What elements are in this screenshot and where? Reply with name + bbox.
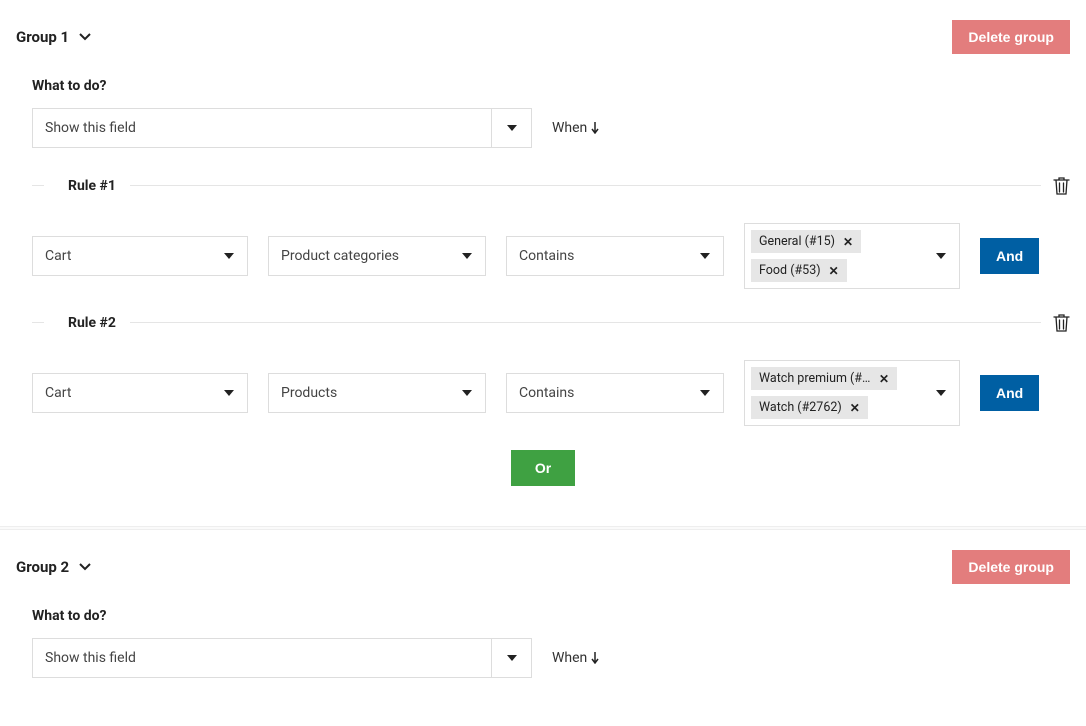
tag: General (#15) ✕ [751,230,861,253]
tags-container: Watch premium (#... ✕ Watch (#2762) ✕ [745,361,923,425]
chevron-down-icon [79,33,91,41]
operator-select[interactable]: Contains [506,373,724,413]
and-button[interactable]: And [980,375,1039,411]
field-value: Products [269,385,349,401]
action-select-value: Show this field [33,650,148,666]
remove-tag-button[interactable]: ✕ [843,235,853,249]
caret-down-icon [687,390,723,396]
group-title: Group 2 [16,558,69,576]
when-label: When [552,650,599,666]
rule-line [32,322,44,323]
rule-line [130,322,1041,323]
group-header: Group 1 Delete group [16,20,1070,54]
rule-header: Rule #1 [32,176,1070,195]
or-row: Or [16,450,1070,486]
tags-container: General (#15) ✕ Food (#53) ✕ [745,224,923,288]
caret-down-icon [491,639,531,677]
delete-group-button[interactable]: Delete group [952,20,1070,54]
action-row: Show this field When [32,638,1070,678]
action-select-value: Show this field [33,120,148,136]
when-label: When [552,120,599,136]
field-select[interactable]: Product categories [268,236,486,276]
rule-row: Cart Products Contains [32,360,1070,426]
rule-row: Cart Product categories Contains [32,223,1070,289]
arrow-down-icon [591,652,599,664]
rule-line [130,185,1041,186]
action-row: Show this field When [32,108,1070,148]
field-value: Product categories [269,248,411,264]
remove-tag-button[interactable]: ✕ [829,264,839,278]
caret-down-icon [687,253,723,259]
delete-rule-button[interactable] [1041,176,1070,195]
rule-title: Rule #2 [44,315,130,331]
rule-line [32,185,44,186]
action-select[interactable]: Show this field [32,638,532,678]
field-select[interactable]: Products [268,373,486,413]
operator-value: Contains [507,385,586,401]
caret-down-icon [449,390,485,396]
caret-down-icon [449,253,485,259]
tag: Watch (#2762) ✕ [751,396,868,419]
rule-group-2: Group 2 Delete group What to do? Show th… [0,530,1086,726]
delete-group-button[interactable]: Delete group [952,550,1070,584]
rule-2: Rule #2 Cart Products C [32,313,1070,426]
remove-tag-button[interactable]: ✕ [850,401,860,415]
caret-down-icon [923,224,959,288]
value-select[interactable]: Watch premium (#... ✕ Watch (#2762) ✕ [744,360,960,426]
caret-down-icon [211,390,247,396]
group-toggle[interactable]: Group 2 [16,558,91,576]
tag: Food (#53) ✕ [751,259,847,282]
trash-icon [1053,313,1070,332]
tag: Watch premium (#... ✕ [751,367,897,390]
arrow-down-icon [591,122,599,134]
rule-group-1: Group 1 Delete group What to do? Show th… [0,0,1086,506]
caret-down-icon [923,361,959,425]
caret-down-icon [211,253,247,259]
delete-rule-button[interactable] [1041,313,1070,332]
group-header: Group 2 Delete group [16,550,1070,584]
value-select[interactable]: General (#15) ✕ Food (#53) ✕ [744,223,960,289]
caret-down-icon [491,109,531,147]
action-select[interactable]: Show this field [32,108,532,148]
rule-1: Rule #1 Cart Product categories [32,176,1070,289]
chevron-down-icon [79,563,91,571]
what-to-do-label: What to do? [32,608,1070,624]
or-button[interactable]: Or [511,450,575,486]
operator-select[interactable]: Contains [506,236,724,276]
scope-value: Cart [33,385,83,401]
group-title: Group 1 [16,28,69,46]
what-to-do-label: What to do? [32,78,1070,94]
remove-tag-button[interactable]: ✕ [879,372,889,386]
scope-select[interactable]: Cart [32,236,248,276]
rule-header: Rule #2 [32,313,1070,332]
scope-value: Cart [33,248,83,264]
and-button[interactable]: And [980,238,1039,274]
operator-value: Contains [507,248,586,264]
trash-icon [1053,176,1070,195]
scope-select[interactable]: Cart [32,373,248,413]
group-toggle[interactable]: Group 1 [16,28,91,46]
rule-title: Rule #1 [44,178,130,194]
